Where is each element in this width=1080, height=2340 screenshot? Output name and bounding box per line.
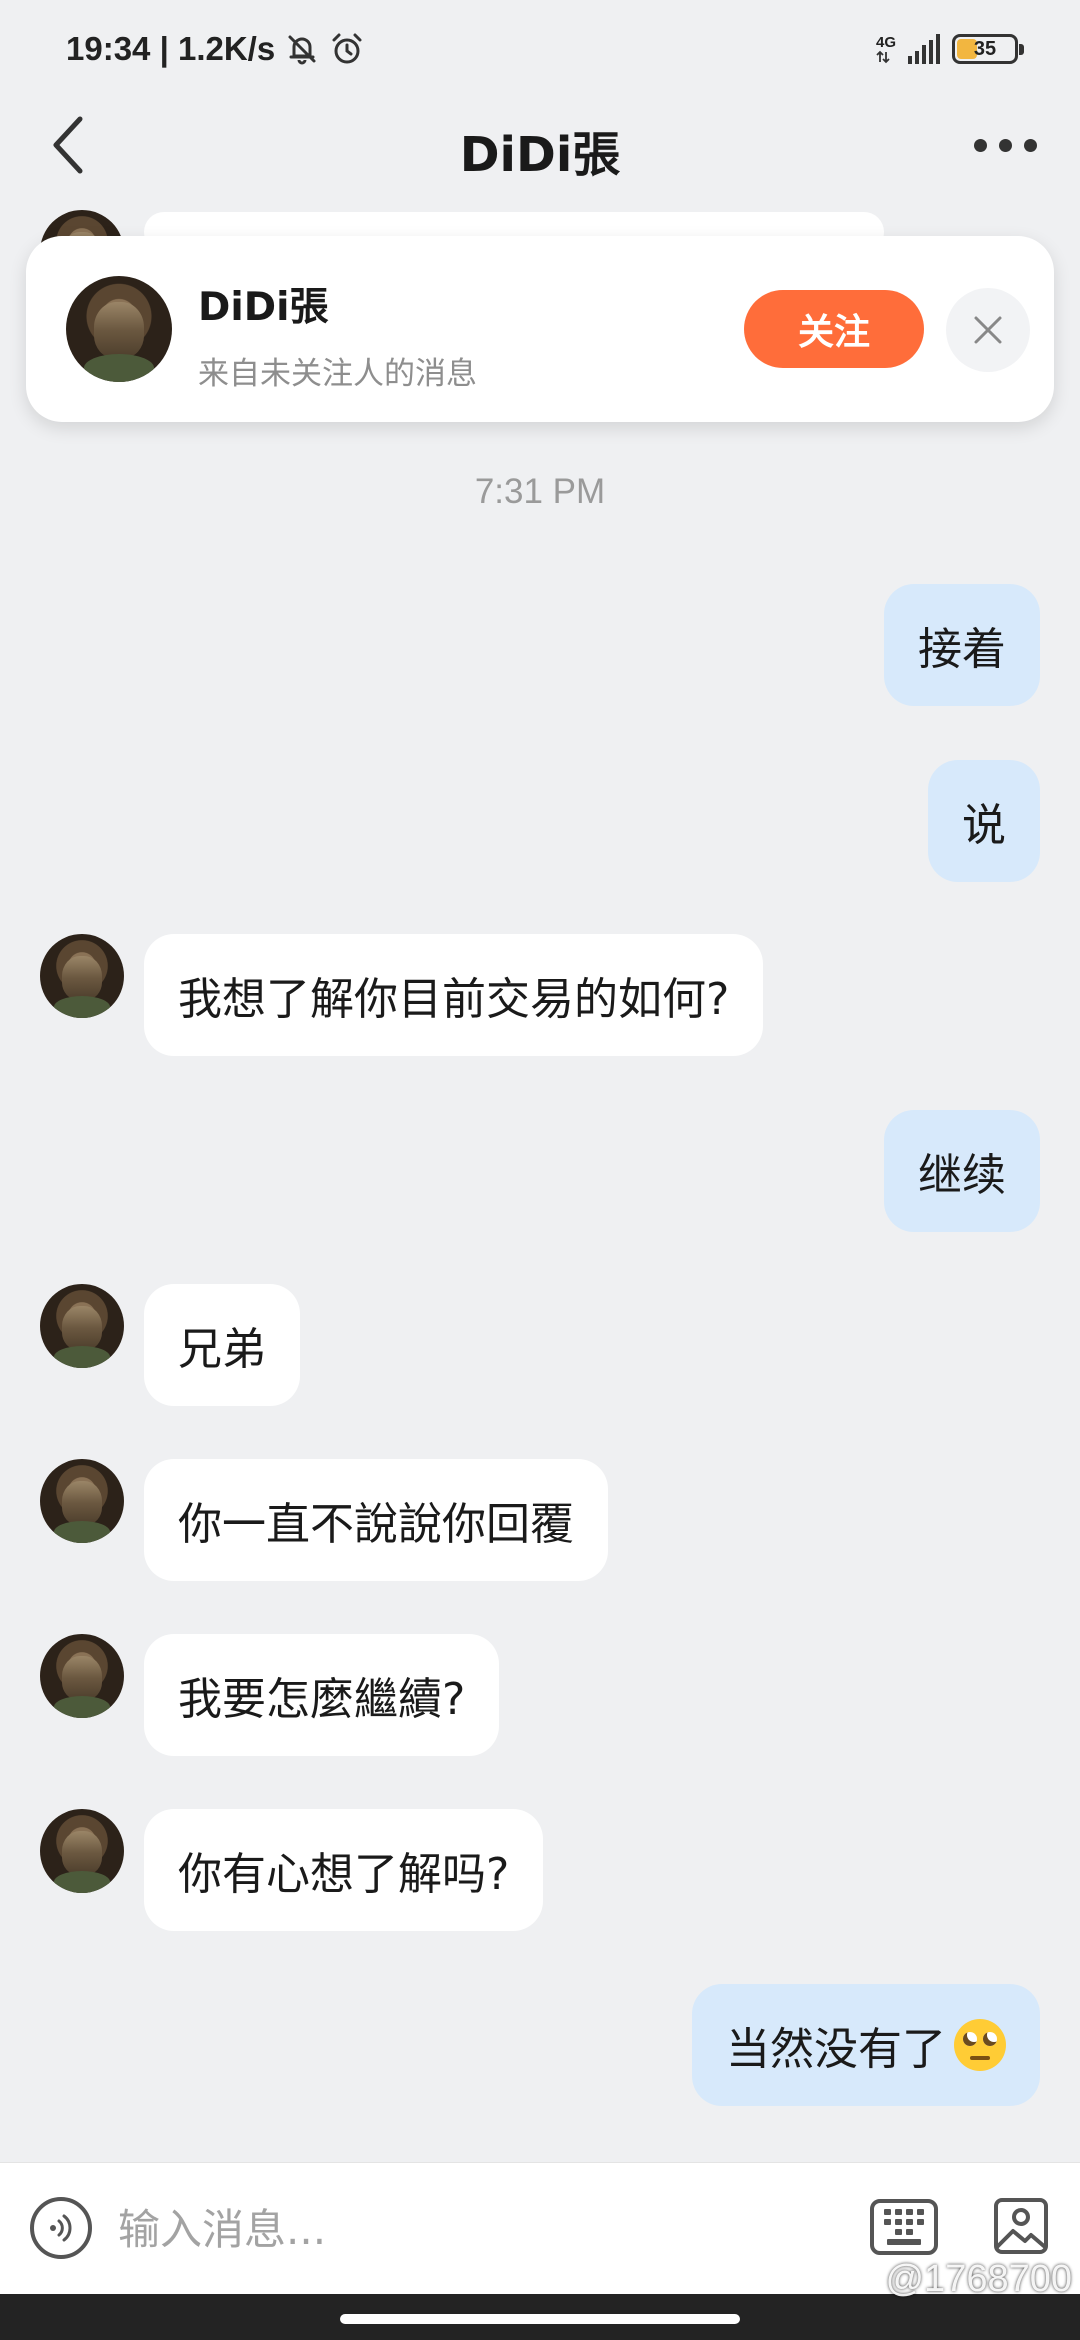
network-label: 4G (875, 33, 896, 51)
message-bubble-incoming[interactable]: 兄弟 (144, 1284, 300, 1406)
more-dots-icon (973, 138, 987, 152)
close-icon (974, 316, 1002, 344)
message-text: 接着 (918, 624, 1006, 675)
battery-indicator: 35 (952, 34, 1024, 64)
battery-level: 35 (973, 37, 997, 60)
avatar[interactable] (66, 276, 172, 382)
message-input[interactable] (118, 2189, 838, 2269)
message-text: 你一直不說說你回覆 (178, 1499, 574, 1550)
message-text: 说 (962, 800, 1006, 851)
message-text: 继续 (918, 1150, 1006, 1201)
signal-icon (908, 34, 940, 64)
avatar[interactable] (40, 934, 124, 1018)
message-bubble-outgoing[interactable]: 当然没有了 (692, 1984, 1040, 2106)
dismiss-button[interactable] (946, 288, 1030, 372)
rolling-eyes-emoji-icon (954, 2019, 1006, 2071)
avatar[interactable] (40, 1809, 124, 1893)
message-bubble-outgoing[interactable]: 说 (928, 760, 1040, 882)
more-button[interactable] (960, 105, 1050, 185)
status-time-speed: 19:34 | 1.2K/s (66, 30, 276, 67)
message-text: 当然没有了 (726, 2024, 946, 2075)
home-indicator[interactable] (340, 2314, 740, 2324)
keyboard-button[interactable] (870, 2199, 938, 2255)
voice-icon (50, 2214, 72, 2242)
nav-bar: DiDi張 (0, 95, 1080, 195)
message-text: 我要怎麼繼續? (178, 1674, 466, 1725)
avatar[interactable] (40, 1634, 124, 1718)
data-arrows-icon (876, 50, 890, 63)
status-bar: 19:34 | 1.2K/s 4G 35 (0, 0, 1080, 95)
keyboard-icon (887, 2239, 921, 2245)
follow-prompt-subtitle: 来自未关注人的消息 (198, 356, 477, 392)
message-text: 我想了解你目前交易的如何? (178, 974, 730, 1025)
message-timestamp: 7:31 PM (474, 472, 606, 511)
alarm-icon (332, 33, 362, 64)
avatar[interactable] (40, 1459, 124, 1543)
bell-off-icon (288, 35, 316, 65)
message-bubble-incoming[interactable]: 我要怎麼繼續? (144, 1634, 500, 1756)
message-bubble-incoming[interactable]: 你有心想了解吗? (144, 1809, 544, 1931)
watermark: @1768700 (885, 2258, 1072, 2301)
message-text: 你有心想了解吗? (178, 1849, 510, 1900)
voice-button[interactable] (30, 2197, 92, 2259)
watermark-text: @1768700 (885, 2258, 1072, 2300)
image-button[interactable] (992, 2195, 1050, 2257)
message-bubble-incoming[interactable]: 我想了解你目前交易的如何? (144, 934, 764, 1056)
follow-button[interactable]: 关注 (744, 290, 924, 368)
page-title: DiDi張 (459, 127, 621, 183)
image-icon (994, 2198, 1048, 2254)
message-bubble-outgoing[interactable]: 接着 (884, 584, 1040, 706)
follow-prompt-card: DiDi張 来自未关注人的消息 关注 (26, 236, 1054, 422)
message-text: 兄弟 (178, 1324, 266, 1375)
message-bubble-outgoing[interactable]: 继续 (884, 1110, 1040, 1232)
message-bubble-incoming[interactable]: 你一直不說說你回覆 (144, 1459, 608, 1581)
avatar[interactable] (40, 1284, 124, 1368)
contact-name: DiDi張 (198, 285, 329, 330)
